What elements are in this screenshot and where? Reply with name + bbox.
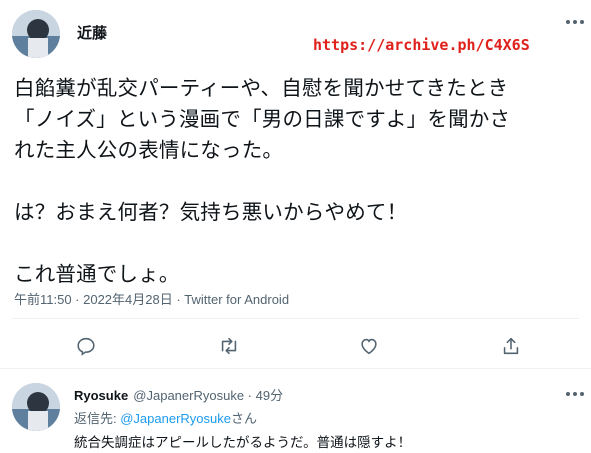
like-icon[interactable] — [358, 335, 380, 357]
tweet-line: 「ノイズ」という漫画で「男の日課ですよ」を聞かさ — [14, 107, 511, 131]
reply-to-suffix: さん — [231, 411, 258, 426]
divider — [12, 318, 579, 319]
reply-author-avatar[interactable] — [12, 383, 60, 431]
author-avatar[interactable] — [12, 10, 60, 58]
reply-separator: · — [244, 388, 256, 403]
reply-more-options-icon[interactable] — [566, 392, 584, 396]
author-name[interactable]: 近藤 — [77, 22, 107, 43]
tweet-text: 白餡糞が乱交パーティーや、自慰を聞かせてきたとき 「ノイズ」という漫画で「男の日… — [14, 73, 510, 290]
reply-time[interactable]: 49分 — [256, 388, 283, 403]
reply-to-prefix: 返信先: — [74, 411, 121, 426]
reply-header: Ryosuke @JapanerRyosuke · 49分 — [74, 385, 283, 404]
reply-text: 統合失調症はアピールしたがるようだ。普通は隠すよ！ — [74, 435, 412, 451]
share-icon[interactable] — [500, 335, 522, 357]
reply-to-handle-link[interactable]: @JapanerRyosuke — [120, 411, 231, 426]
divider — [0, 368, 591, 369]
reply-author-handle[interactable]: @JapanerRyosuke — [133, 388, 244, 403]
tweet-line: れた主人公の表情になった。 — [14, 138, 284, 162]
archive-link-annotation: https://archive.ph/C4X6S — [313, 36, 530, 54]
tweet-line: 白餡糞が乱交パーティーや、自慰を聞かせてきたとき — [14, 76, 509, 100]
tweet-line — [14, 228, 510, 259]
more-options-icon[interactable] — [566, 20, 584, 24]
reply-author-name[interactable]: Ryosuke — [74, 388, 128, 403]
tweet-line — [14, 166, 510, 197]
tweet-timestamp[interactable]: 午前11:50 · 2022年4月28日 · Twitter for Andro… — [14, 289, 289, 308]
tweet-line: これ普通でしょ。 — [14, 262, 180, 286]
tweet-line: は？おまえ何者？気持ち悪いからやめて！ — [14, 200, 408, 224]
reply-icon[interactable] — [75, 335, 97, 357]
retweet-icon[interactable] — [218, 335, 240, 357]
reply-to-line: 返信先: @JapanerRyosukeさん — [74, 408, 257, 427]
